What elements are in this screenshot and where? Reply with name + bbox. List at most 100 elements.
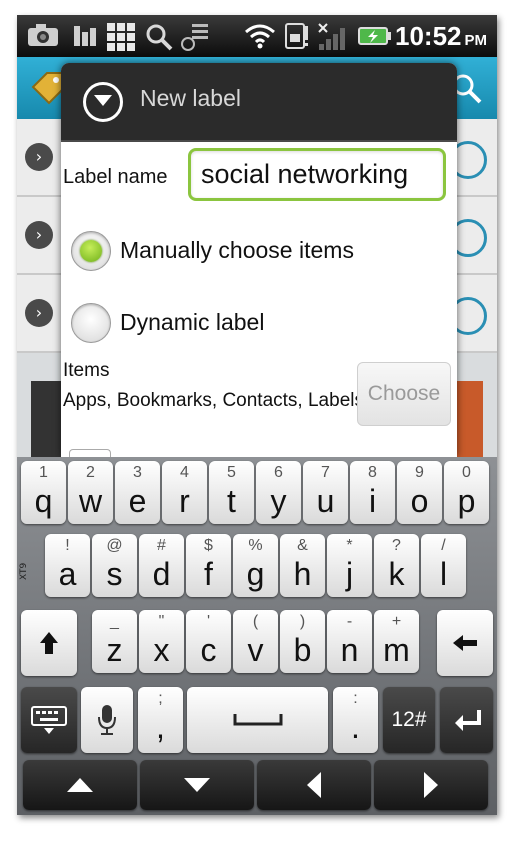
chevron-right-icon: › [25, 299, 53, 327]
key-hint: 1 [39, 464, 48, 481]
key-period[interactable]: :. [333, 687, 378, 753]
chevron-right-icon: › [25, 143, 53, 171]
key-m[interactable]: + m [374, 610, 419, 673]
key-d[interactable]: # d [139, 534, 184, 597]
down-arrow-key[interactable] [140, 760, 254, 810]
manual-items-radio[interactable] [71, 231, 111, 271]
key-char: m [383, 632, 410, 668]
dialog-title-bar: New label [61, 63, 457, 142]
wifi-icon [243, 22, 277, 50]
apps-grid-icon [105, 22, 137, 51]
keyboard-hide-icon [21, 687, 77, 753]
key-r[interactable]: 4r [162, 461, 207, 524]
status-clock: 10:52 PM [395, 21, 487, 51]
choose-button[interactable]: Choose [357, 362, 451, 426]
key-k[interactable]: ? k [374, 534, 419, 597]
phone-screen: 10:52 PM › › › New label Label name soci… [17, 15, 497, 815]
key-x[interactable]: " x [139, 610, 184, 673]
key-p[interactable]: 0p [444, 461, 489, 524]
key-char: t [227, 483, 236, 519]
backspace-key[interactable] [437, 610, 493, 676]
up-arrow-icon [23, 760, 137, 810]
key-char: x [153, 632, 170, 668]
left-arrow-key[interactable] [257, 760, 371, 810]
key-char: z [106, 632, 123, 668]
key-b[interactable]: ) b [280, 610, 325, 673]
key-char: l [439, 556, 448, 592]
signal-icon [315, 22, 349, 50]
microphone-icon [81, 687, 133, 753]
key-z[interactable]: _ z [92, 610, 137, 673]
key-hint: " [158, 613, 165, 630]
key-q[interactable]: 1q [21, 461, 66, 524]
key-char: f [204, 556, 213, 592]
key-t[interactable]: 5t [209, 461, 254, 524]
key-c[interactable]: ' c [186, 610, 231, 673]
key-hint: # [157, 537, 166, 554]
key-char: h [293, 556, 312, 592]
key-w[interactable]: 2w [68, 461, 113, 524]
key-hint: ? [392, 537, 401, 554]
key-hint: 8 [368, 464, 377, 481]
label-name-input[interactable]: social networking [188, 148, 446, 201]
key-j[interactable]: * j [327, 534, 372, 597]
items-caption: Items [63, 360, 110, 381]
key-hint: 3 [133, 464, 142, 481]
key-hint: 4 [180, 464, 189, 481]
key-char: w [78, 483, 103, 519]
numbers-key[interactable]: 12# [383, 687, 435, 753]
key-char: g [246, 556, 265, 592]
key-i[interactable]: 8i [350, 461, 395, 524]
key-char: n [340, 632, 359, 668]
checkbox[interactable] [69, 449, 111, 457]
sim-icon [283, 22, 311, 50]
dynamic-label-label[interactable]: Dynamic label [120, 309, 264, 336]
key-y[interactable]: 6y [256, 461, 301, 524]
key-char: r [179, 483, 190, 519]
key-hint: 2 [86, 464, 95, 481]
key-hint: 9 [415, 464, 424, 481]
key-hint: - [346, 613, 353, 630]
key-v[interactable]: (v [233, 610, 278, 673]
space-key[interactable] [187, 687, 328, 753]
key-hint: 6 [274, 464, 283, 481]
keyboard-hide-key[interactable] [21, 687, 77, 753]
enter-icon [440, 687, 493, 753]
key-hint: + [391, 613, 402, 630]
key-hint: _ [110, 613, 119, 630]
battery-charging-icon [357, 22, 393, 50]
key-comma[interactable]: ;, [138, 687, 183, 753]
key-o[interactable]: 9o [397, 461, 442, 524]
key-hint: @ [106, 537, 123, 554]
key-s[interactable]: @ s [92, 534, 137, 597]
enter-key[interactable] [440, 687, 493, 753]
sync-icon [179, 22, 211, 51]
key-char: , [156, 709, 165, 745]
key-hint: $ [204, 537, 213, 554]
camera-icon [25, 22, 61, 50]
manual-items-label[interactable]: Manually choose items [120, 237, 354, 264]
key-a[interactable]: ! a [45, 534, 90, 597]
label-name-caption: Label name [63, 166, 168, 188]
key-g[interactable]: % g [233, 534, 278, 597]
shift-key[interactable] [21, 610, 77, 676]
key-char: y [270, 483, 287, 519]
dynamic-label-radio[interactable] [71, 303, 111, 343]
key-h[interactable]: & h [280, 534, 325, 597]
chevron-right-icon: › [25, 221, 53, 249]
key-n[interactable]: -n [327, 610, 372, 673]
key-f[interactable]: $ f [186, 534, 231, 597]
up-arrow-key[interactable] [23, 760, 137, 810]
microphone-key[interactable] [81, 687, 133, 753]
right-arrow-icon [374, 760, 488, 810]
key-hint: : [353, 690, 358, 707]
key-e[interactable]: 3e [115, 461, 160, 524]
right-arrow-key[interactable] [374, 760, 488, 810]
key-hint: * [346, 537, 353, 554]
key-u[interactable]: 7u [303, 461, 348, 524]
key-hint: ) [299, 613, 306, 630]
space-icon [187, 687, 328, 753]
key-l[interactable]: / l [421, 534, 466, 597]
key-hint: 0 [462, 464, 471, 481]
key-hint: & [297, 537, 308, 554]
